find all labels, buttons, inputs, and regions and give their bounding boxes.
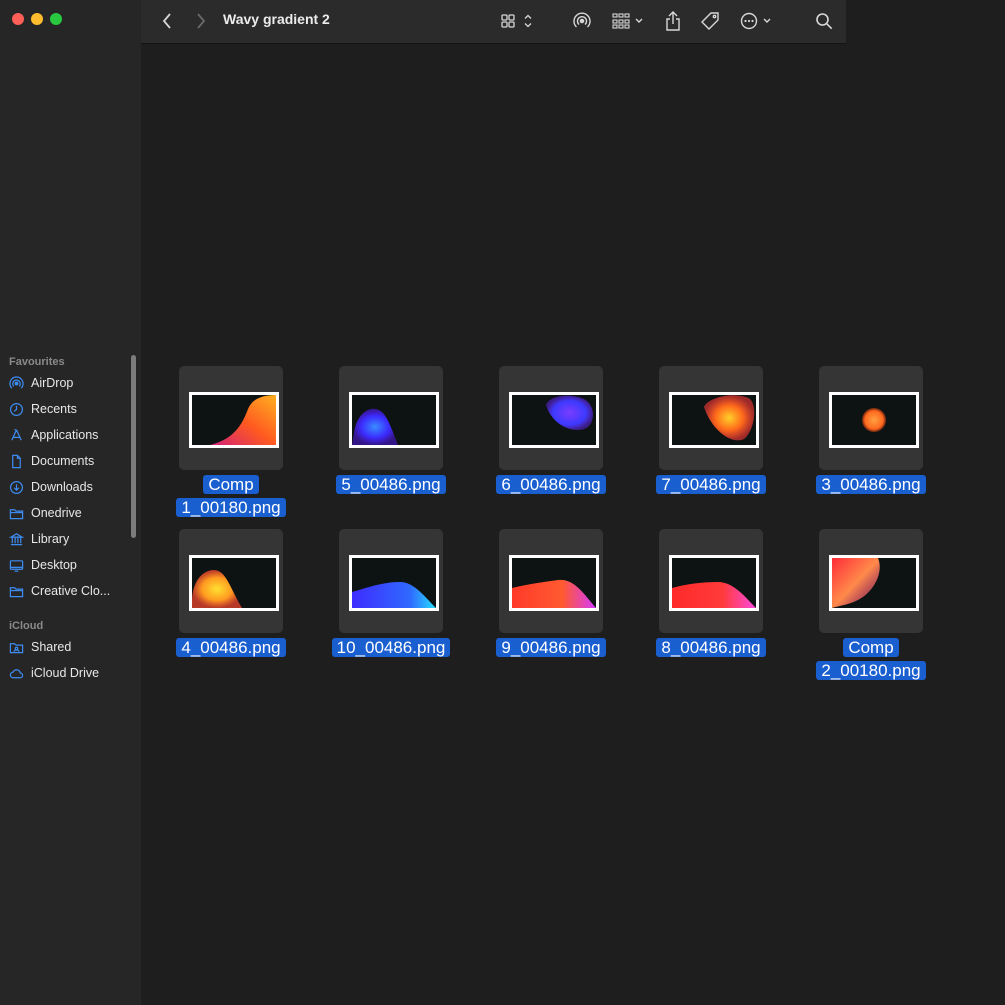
sidebar-item-shared[interactable]: Shared bbox=[9, 636, 131, 658]
folder-icon bbox=[9, 506, 24, 521]
file-name: Comp 1_00180.png bbox=[151, 473, 311, 519]
file-name: 10_00486.png bbox=[311, 636, 471, 659]
toolbar: Wavy gradient 2 bbox=[141, 0, 846, 44]
grid-view-icon bbox=[501, 14, 532, 28]
more-actions-button[interactable] bbox=[739, 9, 775, 33]
ellipsis-circle-icon bbox=[740, 12, 771, 30]
share-button[interactable] bbox=[663, 9, 683, 33]
file-thumbnail bbox=[189, 392, 279, 448]
download-icon bbox=[9, 480, 24, 495]
sidebar: Favourites AirDrop Recents Applications … bbox=[0, 0, 141, 1005]
file-thumbnail bbox=[829, 555, 919, 611]
file-item[interactable]: Comp 1_00180.png bbox=[151, 366, 311, 526]
zoom-window-button[interactable] bbox=[50, 13, 62, 25]
applications-icon bbox=[9, 428, 24, 443]
sidebar-item-label: Creative Clo... bbox=[31, 584, 111, 598]
search-icon bbox=[816, 13, 833, 30]
file-item[interactable]: 5_00486.png bbox=[311, 366, 471, 526]
file-thumbnail bbox=[509, 555, 599, 611]
desktop-icon bbox=[9, 558, 24, 573]
sidebar-item-label: AirDrop bbox=[31, 376, 74, 390]
toolbar-empty-area bbox=[846, 0, 1005, 43]
file-thumbnail bbox=[349, 555, 439, 611]
sidebar-item-label: Desktop bbox=[31, 558, 77, 572]
file-item[interactable]: 9_00486.png bbox=[471, 529, 631, 689]
file-name: 9_00486.png bbox=[471, 636, 631, 659]
file-thumbnail bbox=[189, 555, 279, 611]
file-thumbnail bbox=[349, 392, 439, 448]
file-thumbnail bbox=[669, 392, 759, 448]
share-icon bbox=[666, 11, 680, 31]
sidebar-item-downloads[interactable]: Downloads bbox=[9, 476, 131, 498]
file-name: 8_00486.png bbox=[631, 636, 791, 659]
library-icon bbox=[9, 532, 24, 547]
file-thumbnail bbox=[509, 392, 599, 448]
sidebar-item-label: Downloads bbox=[31, 480, 93, 494]
file-item[interactable]: Comp 2_00180.png bbox=[791, 529, 951, 689]
sidebar-item-creative-cloud[interactable]: Creative Clo... bbox=[9, 580, 131, 602]
file-name: 7_00486.png bbox=[631, 473, 791, 496]
back-button[interactable] bbox=[159, 9, 175, 33]
file-item[interactable]: 7_00486.png bbox=[631, 366, 791, 526]
file-name: 3_00486.png bbox=[791, 473, 951, 496]
file-item[interactable]: 10_00486.png bbox=[311, 529, 471, 689]
airdrop-button[interactable] bbox=[571, 9, 593, 33]
window-controls bbox=[12, 13, 62, 25]
sidebar-item-icloud-drive[interactable]: iCloud Drive bbox=[9, 662, 131, 684]
sidebar-item-onedrive[interactable]: Onedrive bbox=[9, 502, 131, 524]
airdrop-icon bbox=[573, 12, 591, 28]
window-title: Wavy gradient 2 bbox=[223, 11, 330, 27]
file-name: 4_00486.png bbox=[151, 636, 311, 659]
file-grid: Comp 1_00180.png 5_00486.png 6_00486.png … bbox=[141, 44, 1005, 1005]
view-options-button[interactable] bbox=[499, 9, 535, 33]
group-by-button[interactable] bbox=[611, 9, 647, 33]
clock-icon bbox=[9, 402, 24, 417]
minimize-window-button[interactable] bbox=[31, 13, 43, 25]
tag-icon bbox=[701, 12, 719, 30]
sidebar-item-label: Documents bbox=[31, 454, 95, 468]
tag-button[interactable] bbox=[699, 9, 721, 33]
sidebar-item-label: Library bbox=[31, 532, 70, 546]
file-name: Comp 2_00180.png bbox=[791, 636, 951, 682]
file-thumbnail bbox=[829, 392, 919, 448]
chevron-left-icon bbox=[162, 13, 171, 29]
file-thumbnail bbox=[669, 555, 759, 611]
sidebar-section-favourites: Favourites bbox=[9, 356, 65, 368]
file-name: 5_00486.png bbox=[311, 473, 471, 496]
sidebar-item-label: Onedrive bbox=[31, 506, 82, 520]
sidebar-item-airdrop[interactable]: AirDrop bbox=[9, 372, 131, 394]
sidebar-item-recents[interactable]: Recents bbox=[9, 398, 131, 420]
sidebar-item-applications[interactable]: Applications bbox=[9, 424, 131, 446]
group-by-icon bbox=[612, 13, 643, 29]
sidebar-item-label: Shared bbox=[31, 640, 72, 654]
close-window-button[interactable] bbox=[12, 13, 24, 25]
sidebar-item-label: Recents bbox=[31, 402, 77, 416]
search-button[interactable] bbox=[813, 9, 835, 33]
cloud-icon bbox=[9, 666, 24, 681]
chevron-right-icon bbox=[197, 13, 206, 29]
folder-icon bbox=[9, 584, 24, 599]
sidebar-item-label: Applications bbox=[31, 428, 99, 442]
sidebar-item-desktop[interactable]: Desktop bbox=[9, 554, 131, 576]
sidebar-scrollbar[interactable] bbox=[131, 355, 136, 538]
sidebar-section-icloud: iCloud bbox=[9, 620, 44, 632]
file-name: 6_00486.png bbox=[471, 473, 631, 496]
file-item[interactable]: 6_00486.png bbox=[471, 366, 631, 526]
sidebar-item-documents[interactable]: Documents bbox=[9, 450, 131, 472]
forward-button[interactable] bbox=[193, 9, 209, 33]
file-item[interactable]: 8_00486.png bbox=[631, 529, 791, 689]
airdrop-icon bbox=[9, 376, 24, 391]
sidebar-item-library[interactable]: Library bbox=[9, 528, 131, 550]
file-item[interactable]: 3_00486.png bbox=[791, 366, 951, 526]
sidebar-item-label: iCloud Drive bbox=[31, 666, 100, 680]
file-item[interactable]: 4_00486.png bbox=[151, 529, 311, 689]
shared-folder-icon bbox=[9, 640, 24, 655]
document-icon bbox=[9, 454, 24, 469]
